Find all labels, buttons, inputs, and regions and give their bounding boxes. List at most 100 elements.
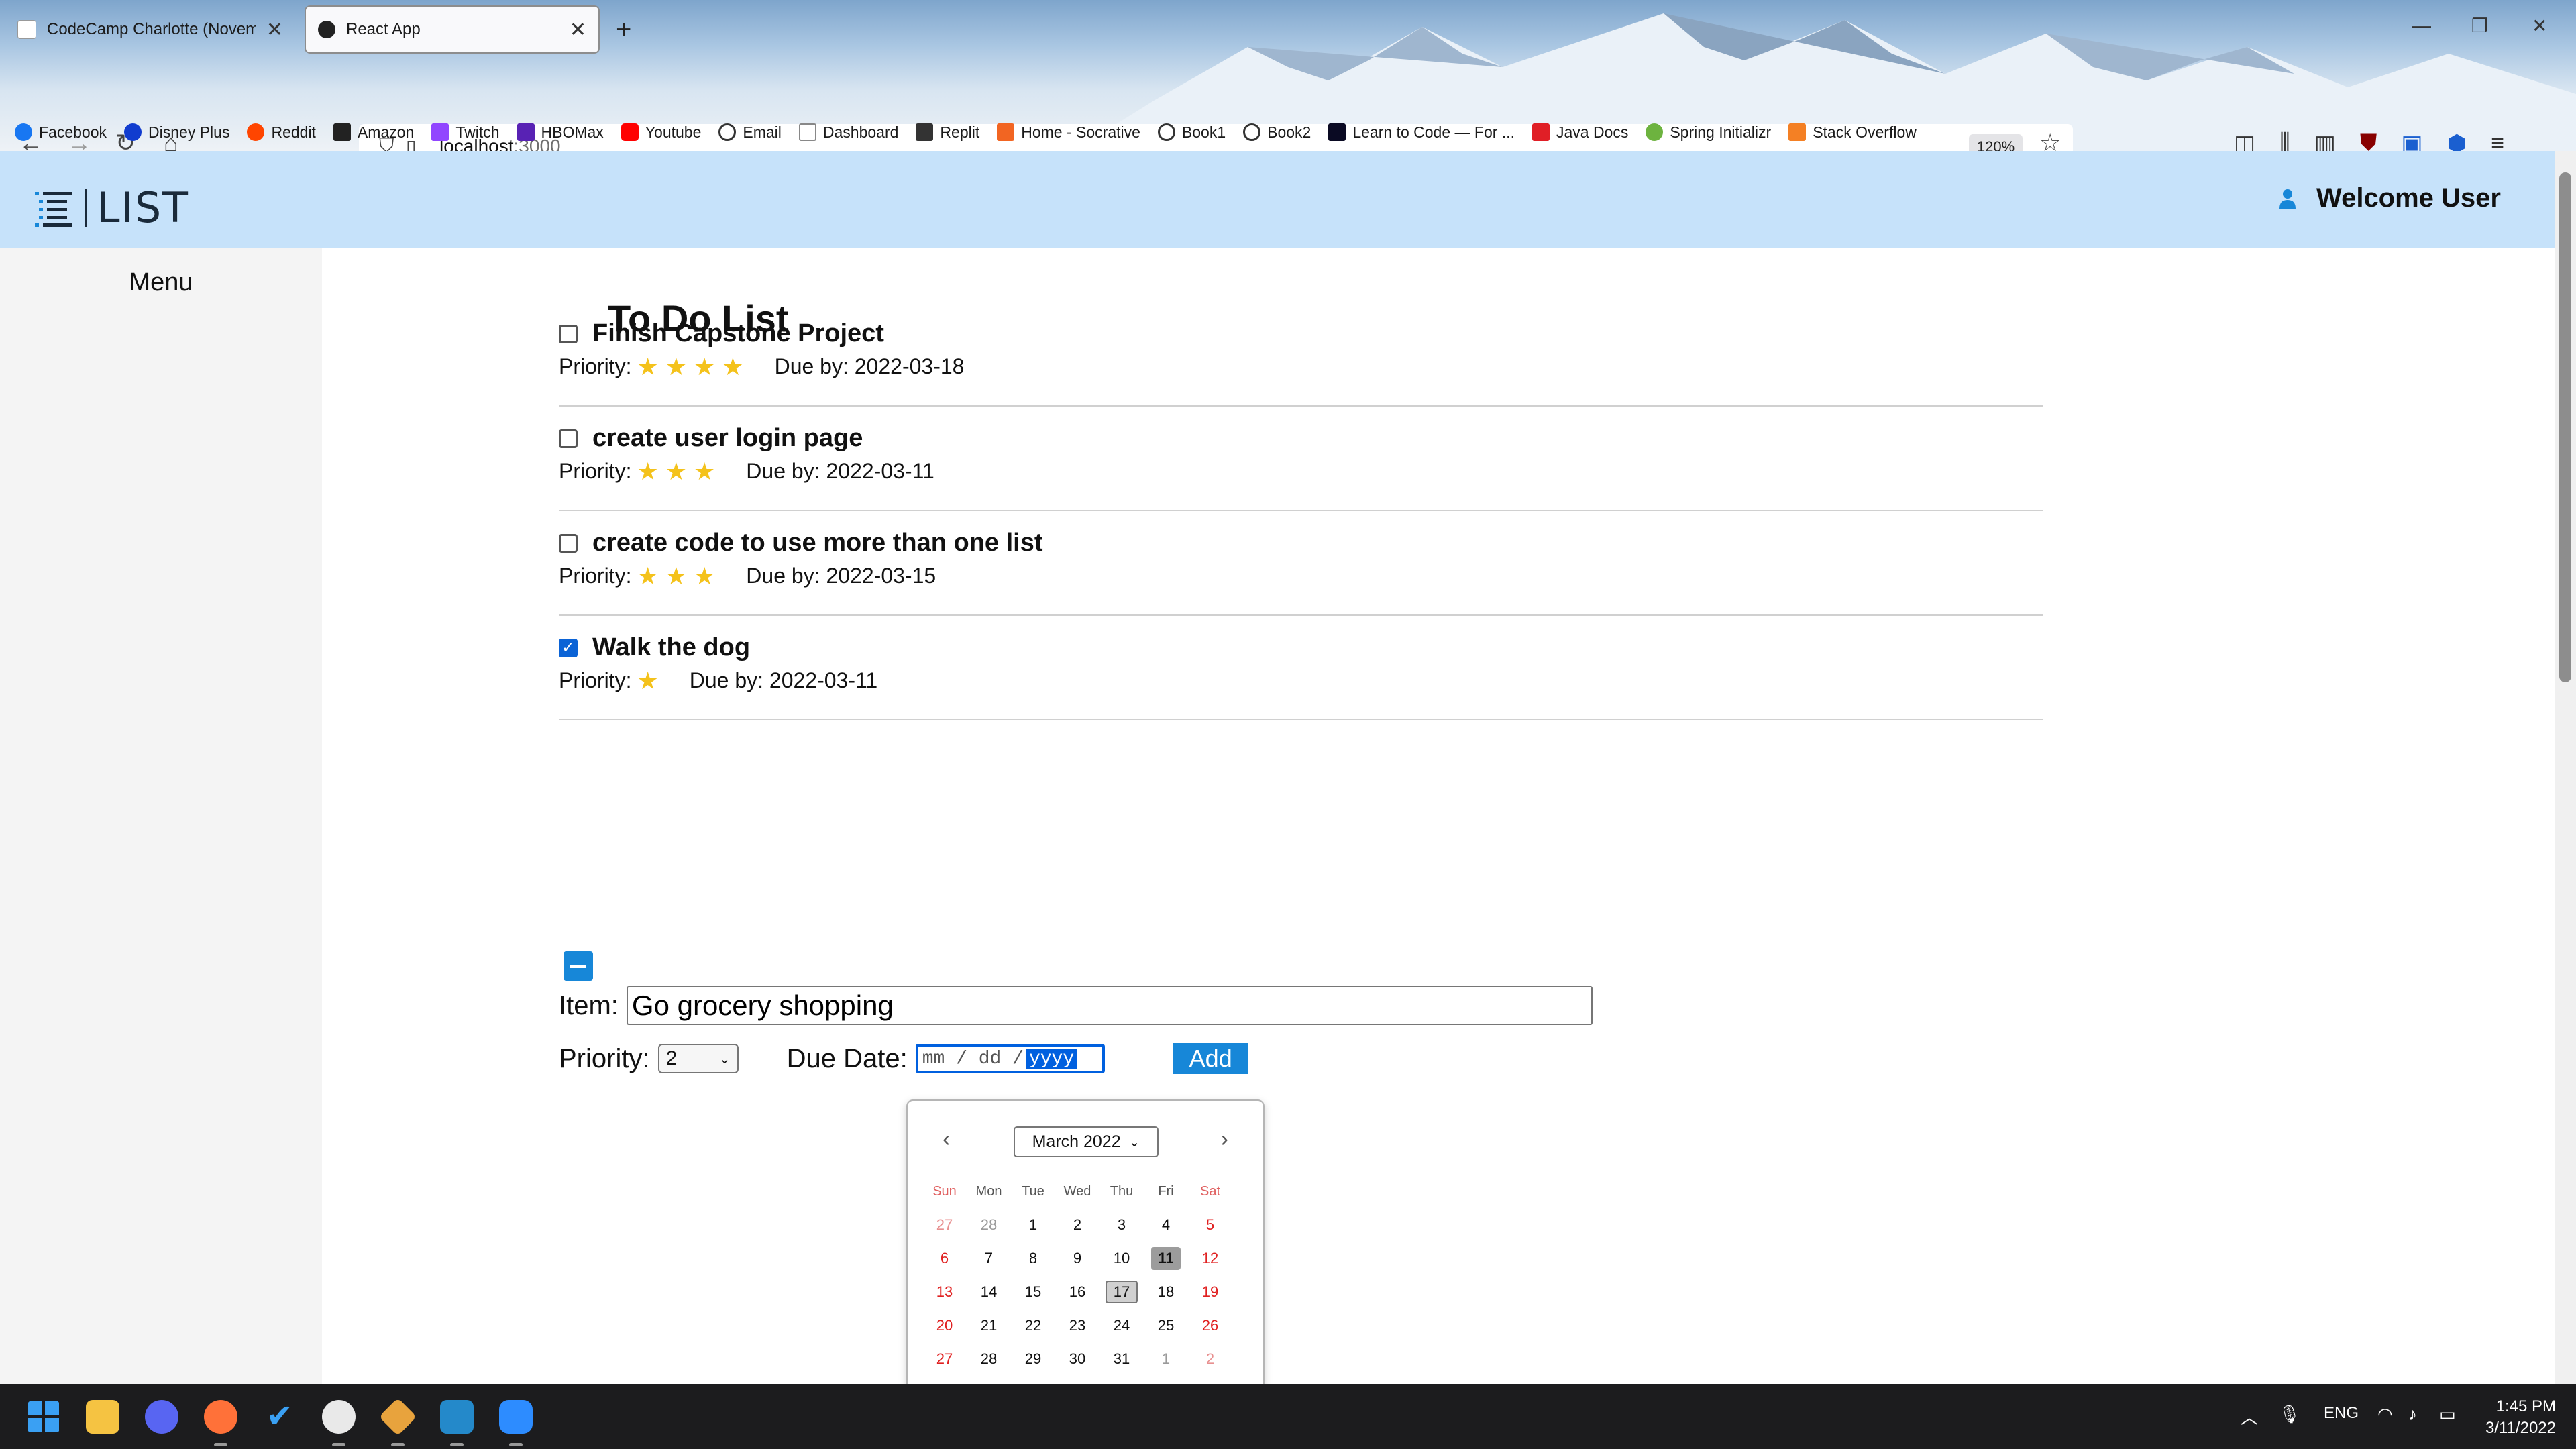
tab-react-app[interactable]: React App ✕ [305, 5, 600, 54]
user-menu[interactable]: Welcome User [2279, 183, 2501, 213]
calendar-day[interactable]: 13 [922, 1275, 967, 1309]
system-clock[interactable]: 1:45 PM 3/11/2022 [2485, 1396, 2556, 1439]
volume-icon[interactable]: ♪ [2408, 1404, 2417, 1425]
discord-icon[interactable] [145, 1400, 178, 1434]
calendar-day[interactable]: 28 [967, 1208, 1011, 1242]
star-icon: ★ [637, 457, 659, 485]
chevron-left-icon[interactable]: ‹ [943, 1126, 950, 1152]
microphone-icon[interactable]: 🎙 [2278, 1404, 2300, 1425]
priority-select[interactable]: 2 ⌄ [657, 1044, 739, 1073]
calendar-day[interactable]: 24 [1099, 1309, 1144, 1342]
minimize-icon[interactable]: — [2412, 15, 2431, 36]
bookmark-email[interactable]: Email [718, 123, 782, 142]
bookmark-stack-overflow[interactable]: Stack Overflow [1788, 123, 1917, 142]
firefox-icon[interactable] [204, 1400, 237, 1434]
todo-checkbox[interactable]: ✓ [559, 638, 578, 657]
scrollbar-thumb[interactable] [2559, 172, 2571, 682]
chevron-up-icon[interactable]: ︿ [2241, 1404, 2258, 1429]
bookmark-twitch[interactable]: Twitch [431, 123, 500, 142]
calendar-day[interactable]: 9 [1055, 1242, 1099, 1275]
bookmark-reddit[interactable]: Reddit [247, 123, 316, 142]
calendar-day[interactable]: 26 [1188, 1309, 1232, 1342]
calendar-day[interactable]: 27 [922, 1342, 967, 1376]
calendar-day[interactable]: 1 [1144, 1342, 1188, 1376]
month-select[interactable]: March 2022 ⌄ [1014, 1126, 1159, 1157]
calendar-day[interactable]: 11 [1144, 1242, 1188, 1275]
collapse-form-button[interactable] [564, 951, 593, 981]
calendar-day[interactable]: 20 [922, 1309, 967, 1342]
bookmark-spring-initializr[interactable]: Spring Initializr [1646, 123, 1771, 142]
bookmark-dashboard[interactable]: Dashboard [798, 123, 898, 142]
zoom-icon[interactable] [499, 1400, 533, 1434]
item-input[interactable] [626, 986, 1593, 1025]
bookmark-facebook[interactable]: Facebook [15, 123, 107, 142]
bookmark-book1[interactable]: Book1 [1157, 123, 1226, 142]
bookmark-java-docs[interactable]: Java Docs [1532, 123, 1628, 142]
close-tab-icon[interactable]: ✕ [570, 18, 586, 42]
git-icon[interactable] [378, 1397, 417, 1436]
battery-icon[interactable]: ▭ [2439, 1404, 2456, 1425]
windows-start-icon[interactable] [27, 1400, 60, 1434]
calendar-day[interactable]: 16 [1055, 1275, 1099, 1309]
todo-check-icon[interactable]: ✔ [263, 1400, 297, 1434]
calendar-day[interactable]: 2 [1188, 1342, 1232, 1376]
calendar-day[interactable]: 27 [922, 1208, 967, 1242]
calendar-day[interactable]: 19 [1188, 1275, 1232, 1309]
bookmark-book2[interactable]: Book2 [1243, 123, 1311, 142]
calendar-day[interactable]: 3 [1099, 1208, 1144, 1242]
calendar-day[interactable]: 8 [1011, 1242, 1055, 1275]
close-window-icon[interactable]: ✕ [2532, 15, 2547, 37]
calendar-day[interactable]: 23 [1055, 1309, 1099, 1342]
chevron-right-icon[interactable]: › [1221, 1126, 1228, 1152]
calendar-day[interactable]: 4 [1144, 1208, 1188, 1242]
calendar-day[interactable]: 28 [967, 1342, 1011, 1376]
calendar-day[interactable]: 18 [1144, 1275, 1188, 1309]
wifi-icon[interactable]: ◠ [2377, 1404, 2393, 1425]
todo-item: ✓ Walk the dog Priority: ★ Due by: 2022-… [559, 621, 2043, 720]
bookmark-youtube[interactable]: Youtube [621, 123, 701, 142]
vscode-icon[interactable] [440, 1400, 474, 1434]
bookmark-replit[interactable]: Replit [916, 123, 979, 142]
calendar-day[interactable]: 31 [1099, 1342, 1144, 1376]
calendar-day[interactable]: 15 [1011, 1275, 1055, 1309]
menu-label[interactable]: Menu [0, 268, 322, 297]
calendar-day[interactable]: 21 [967, 1309, 1011, 1342]
add-button[interactable]: Add [1173, 1043, 1248, 1074]
calendar-day[interactable]: 1 [1011, 1208, 1055, 1242]
slack-icon[interactable] [322, 1400, 356, 1434]
new-tab-button[interactable]: + [616, 15, 631, 45]
active-indicator [214, 1443, 227, 1446]
calendar-day[interactable]: 25 [1144, 1309, 1188, 1342]
calendar-day[interactable]: 14 [967, 1275, 1011, 1309]
calendar-day[interactable]: 30 [1055, 1342, 1099, 1376]
browser-chrome: CodeCamp Charlotte (Novembe ✕ React App … [0, 0, 2576, 168]
todo-checkbox[interactable] [559, 429, 578, 448]
app-logo[interactable]: LIST [35, 183, 189, 232]
calendar-day[interactable]: 29 [1011, 1342, 1055, 1376]
date-picker-popup: ‹ March 2022 ⌄ › Sun Mon Tue Wed Thu Fri Sat 27… [906, 1099, 1265, 1426]
bookmark-amazon[interactable]: Amazon [333, 123, 414, 142]
page-scrollbar[interactable] [2555, 151, 2576, 1384]
close-tab-icon[interactable]: ✕ [266, 18, 283, 42]
calendar-day[interactable]: 22 [1011, 1309, 1055, 1342]
due-date: Due by: 2022-03-15 [746, 564, 936, 588]
todo-checkbox[interactable] [559, 533, 578, 553]
item-label: Item: [559, 990, 619, 1020]
calendar-day[interactable]: 17 [1099, 1275, 1144, 1309]
calendar-day[interactable]: 6 [922, 1242, 967, 1275]
calendar-day[interactable]: 7 [967, 1242, 1011, 1275]
bookmark-hbomax[interactable]: HBOMax [517, 123, 604, 142]
calendar-day[interactable]: 5 [1188, 1208, 1232, 1242]
todo-checkbox[interactable] [559, 324, 578, 343]
calendar-day[interactable]: 2 [1055, 1208, 1099, 1242]
bookmark-disney-plus[interactable]: Disney Plus [124, 123, 229, 142]
restore-icon[interactable]: ❐ [2471, 15, 2488, 37]
bookmark-freecodecamp[interactable]: Learn to Code — For ... [1328, 123, 1515, 142]
calendar-day[interactable]: 12 [1188, 1242, 1232, 1275]
due-date-input[interactable]: mm / dd / yyyy [915, 1044, 1105, 1073]
calendar-day[interactable]: 10 [1099, 1242, 1144, 1275]
tab-codecamp[interactable]: CodeCamp Charlotte (Novembe ✕ [5, 5, 295, 54]
file-explorer-icon[interactable] [86, 1400, 119, 1434]
bookmark-socrative[interactable]: Home - Socrative [997, 123, 1140, 142]
language-indicator[interactable]: ENG [2324, 1404, 2359, 1423]
